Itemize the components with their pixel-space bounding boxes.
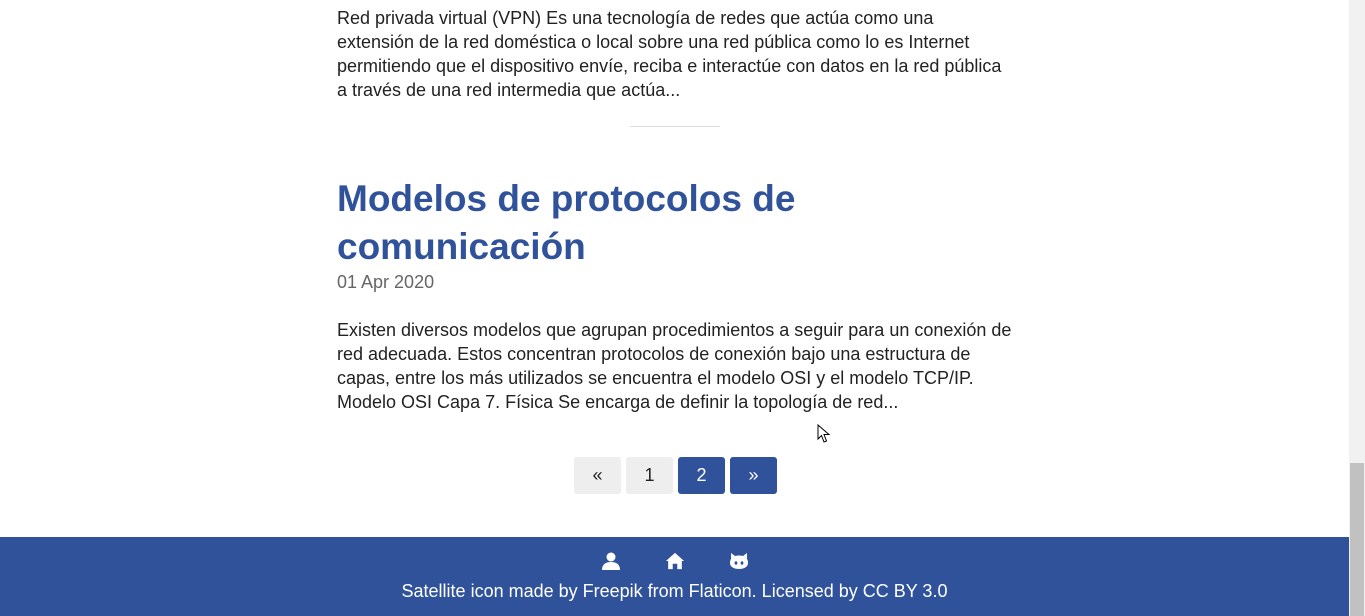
pagination-page-2-button[interactable]: 2	[678, 457, 725, 494]
site-footer: Satellite icon made by Freepik from Flat…	[0, 537, 1349, 616]
github-icon[interactable]	[729, 551, 749, 571]
scrollbar-thumb[interactable]	[1350, 463, 1364, 616]
post-date: 01 Apr 2020	[337, 272, 435, 292]
post-excerpt-vpn: Red privada virtual (VPN) Es una tecnolo…	[337, 8, 1002, 100]
pagination: « 1 2 »	[574, 457, 777, 494]
footer-credit: Satellite icon made by Freepik from Flat…	[401, 581, 948, 601]
pagination-next-button[interactable]: »	[730, 457, 777, 494]
pagination-page-1-button[interactable]: 1	[626, 457, 673, 494]
home-icon[interactable]	[665, 551, 685, 571]
footer-social-links	[0, 551, 1349, 571]
pagination-prev-button[interactable]: «	[574, 457, 621, 494]
mouse-pointer-icon	[817, 423, 831, 444]
post-excerpt-protocols: Existen diversos modelos que agrupan pro…	[337, 320, 1012, 412]
post-title-link[interactable]: Modelos de protocolos de comunicación	[337, 175, 897, 271]
page-scrollbar[interactable]	[1349, 0, 1365, 616]
page: Red privada virtual (VPN) Es una tecnolo…	[0, 0, 1365, 616]
user-icon[interactable]	[601, 551, 621, 571]
post-divider	[630, 126, 720, 127]
